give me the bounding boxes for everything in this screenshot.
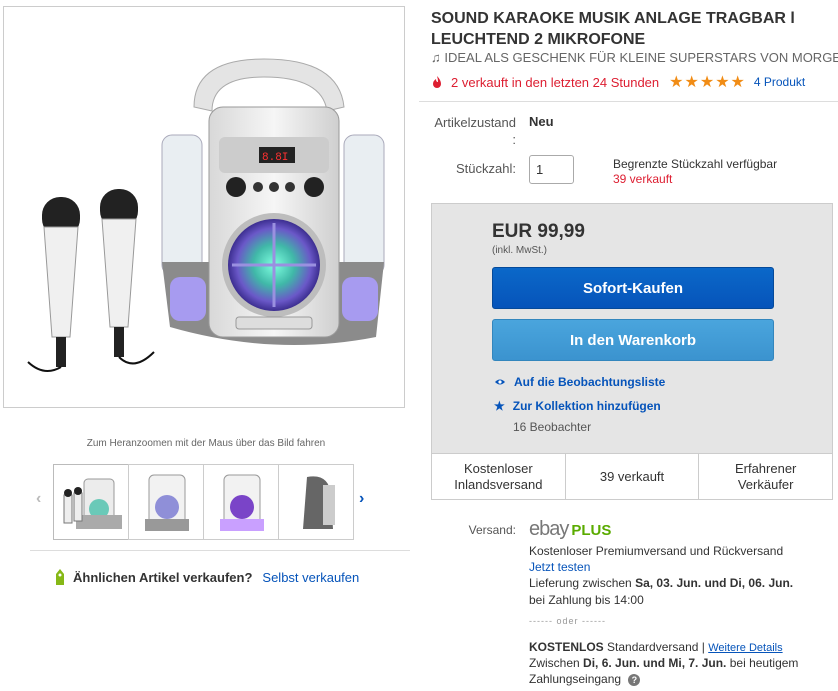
item-title-line1: SOUND KARAOKE MUSIK ANLAGE TRAGBAR l — [431, 10, 795, 27]
buy-now-button[interactable]: Sofort-Kaufen — [492, 267, 774, 309]
stat-line: 39 verkauft — [599, 468, 665, 484]
item-stats: Kostenloser Inlandsversand 39 verkauft E… — [432, 453, 832, 499]
star-icon: ★ — [494, 399, 505, 413]
item-subtitle-text: IDEAL ALS GESCHENK FÜR KLEINE SUPERSTARS… — [444, 50, 838, 65]
stat-line: Inlandsversand — [454, 476, 543, 492]
chevron-left-icon[interactable]: ‹ — [36, 490, 41, 508]
price-tax-note: (inkl. MwSt.) — [492, 245, 547, 256]
chevron-right-icon[interactable]: › — [359, 490, 364, 508]
condition-label-colon: : — [512, 132, 516, 147]
star-rating[interactable]: ★★★★★ — [669, 72, 746, 92]
item-subtitle: ♫ IDEAL ALS GESCHENK FÜR KLEINE SUPERSTA… — [431, 50, 838, 65]
thumbnail-image — [145, 474, 189, 531]
quantity-sold: 39 verkauft — [613, 172, 673, 186]
divider — [30, 550, 410, 551]
add-to-cart-button[interactable]: In den Warenkorb — [492, 319, 774, 361]
music-note-icon: ♫ — [431, 50, 441, 65]
payment-deadline: bei Zahlung bis 14:00 — [529, 593, 644, 607]
thumbnail-image — [303, 476, 335, 529]
standard-shipping: KOSTENLOS Standardversand | Weitere Deta… — [529, 640, 783, 654]
item-title-line2: LEUCHTEND 2 MIKROFONE — [431, 31, 646, 48]
recent-sales-text: 2 verkauft in den letzten 24 Stunden — [451, 74, 660, 90]
stat-experienced-seller: Erfahrener Verkäufer — [699, 454, 832, 499]
payment-receipt-line: Zahlungseingang ? — [529, 672, 641, 686]
karaoke-machine-image: 8.8I — [27, 58, 385, 372]
product-reviews-link[interactable]: 4 Produkt — [754, 75, 805, 89]
delivery-estimate: Lieferung zwischen Sa, 03. Jun. und Di, … — [529, 576, 793, 590]
between-suffix: bei heutigem — [729, 656, 799, 670]
more-details-link[interactable]: Weitere Details — [708, 642, 782, 654]
between-range: Di, 6. Jun. und Mi, 7. Jun. — [583, 656, 727, 670]
free-label: KOSTENLOS — [529, 640, 604, 654]
collection-label: Zur Kollektion hinzufügen — [512, 399, 661, 413]
standard-shipping-label: Standardversand | — [607, 640, 705, 654]
between-prefix: Zwischen — [529, 656, 580, 670]
flame-icon — [433, 76, 441, 88]
item-title: SOUND KARAOKE MUSIK ANLAGE TRAGBAR l LEU… — [431, 8, 838, 50]
eye-icon — [495, 379, 505, 385]
buy-box: EUR 99,99 (inkl. MwSt.) Sofort-Kaufen In… — [431, 203, 833, 500]
premium-shipping-text: Kostenloser Premiumversand und Rückversa… — [529, 544, 784, 558]
add-to-collection-link[interactable]: ★ Zur Kollektion hinzufügen — [494, 399, 661, 413]
thumbnail-3[interactable] — [203, 464, 279, 540]
condition-label-text: Artikelzustand — [434, 115, 516, 130]
try-plus-link[interactable]: Jetzt testen — [529, 560, 590, 574]
quantity-input[interactable] — [529, 155, 574, 184]
or-separator: ------ oder ------ — [529, 616, 606, 626]
thumbnail-4[interactable] — [278, 464, 354, 540]
watcher-count: 16 Beobachter — [513, 420, 592, 434]
condition-label: Artikelzustand : — [430, 114, 516, 148]
add-to-watchlist-link[interactable]: Auf die Beobachtungsliste — [494, 375, 665, 389]
divider — [419, 101, 838, 102]
price-tag-icon — [56, 569, 64, 585]
stat-line: Erfahrener — [734, 460, 797, 476]
sell-similar-label: Ähnlichen Artikel verkaufen? — [73, 569, 253, 585]
sell-yourself-link[interactable]: Selbst verkaufen — [262, 570, 359, 585]
price: EUR 99,99 — [492, 221, 585, 242]
stat-line: Verkäufer — [737, 476, 794, 492]
condition-value: Neu — [529, 114, 554, 129]
help-icon[interactable]: ? — [628, 673, 641, 686]
delivery-range: Sa, 03. Jun. und Di, 06. Jun. — [635, 576, 794, 590]
main-product-image[interactable]: 8.8I — [3, 6, 405, 408]
stat-free-shipping: Kostenloser Inlandsversand — [432, 454, 566, 499]
thumbnail-2[interactable] — [128, 464, 204, 540]
payment-receipt-text: Zahlungseingang — [529, 672, 622, 686]
quantity-availability: Begrenzte Stückzahl verfügbar — [613, 157, 778, 171]
thumbnail-1[interactable] — [53, 464, 129, 540]
zoom-hint: Zum Heranzoomen mit der Maus über das Bi… — [86, 438, 326, 449]
shipping-label: Versand: — [468, 523, 516, 537]
stat-sold-count: 39 verkauft — [566, 454, 700, 499]
quantity-label: Stückzahl: — [456, 161, 516, 176]
ebay-plus-logo: ebay PLUS — [529, 518, 611, 541]
sell-similar-row: Ähnlichen Artikel verkaufen? Selbst verk… — [53, 568, 359, 586]
thumbnail-image — [63, 478, 122, 529]
standard-delivery-estimate: Zwischen Di, 6. Jun. und Mi, 7. Jun. bei… — [529, 656, 798, 670]
watchlist-label: Auf die Beobachtungsliste — [514, 375, 666, 389]
plus-logo-text: PLUS — [571, 522, 612, 539]
recent-sales: 2 verkauft in den letzten 24 Stunden ★★★… — [431, 72, 805, 92]
delivery-prefix: Lieferung zwischen — [529, 576, 632, 590]
thumbnail-image — [220, 474, 264, 531]
svg-text:8.8I: 8.8I — [262, 152, 288, 164]
ebay-logo-text: ebay — [529, 518, 569, 540]
stat-line: Kostenloser — [464, 460, 533, 476]
